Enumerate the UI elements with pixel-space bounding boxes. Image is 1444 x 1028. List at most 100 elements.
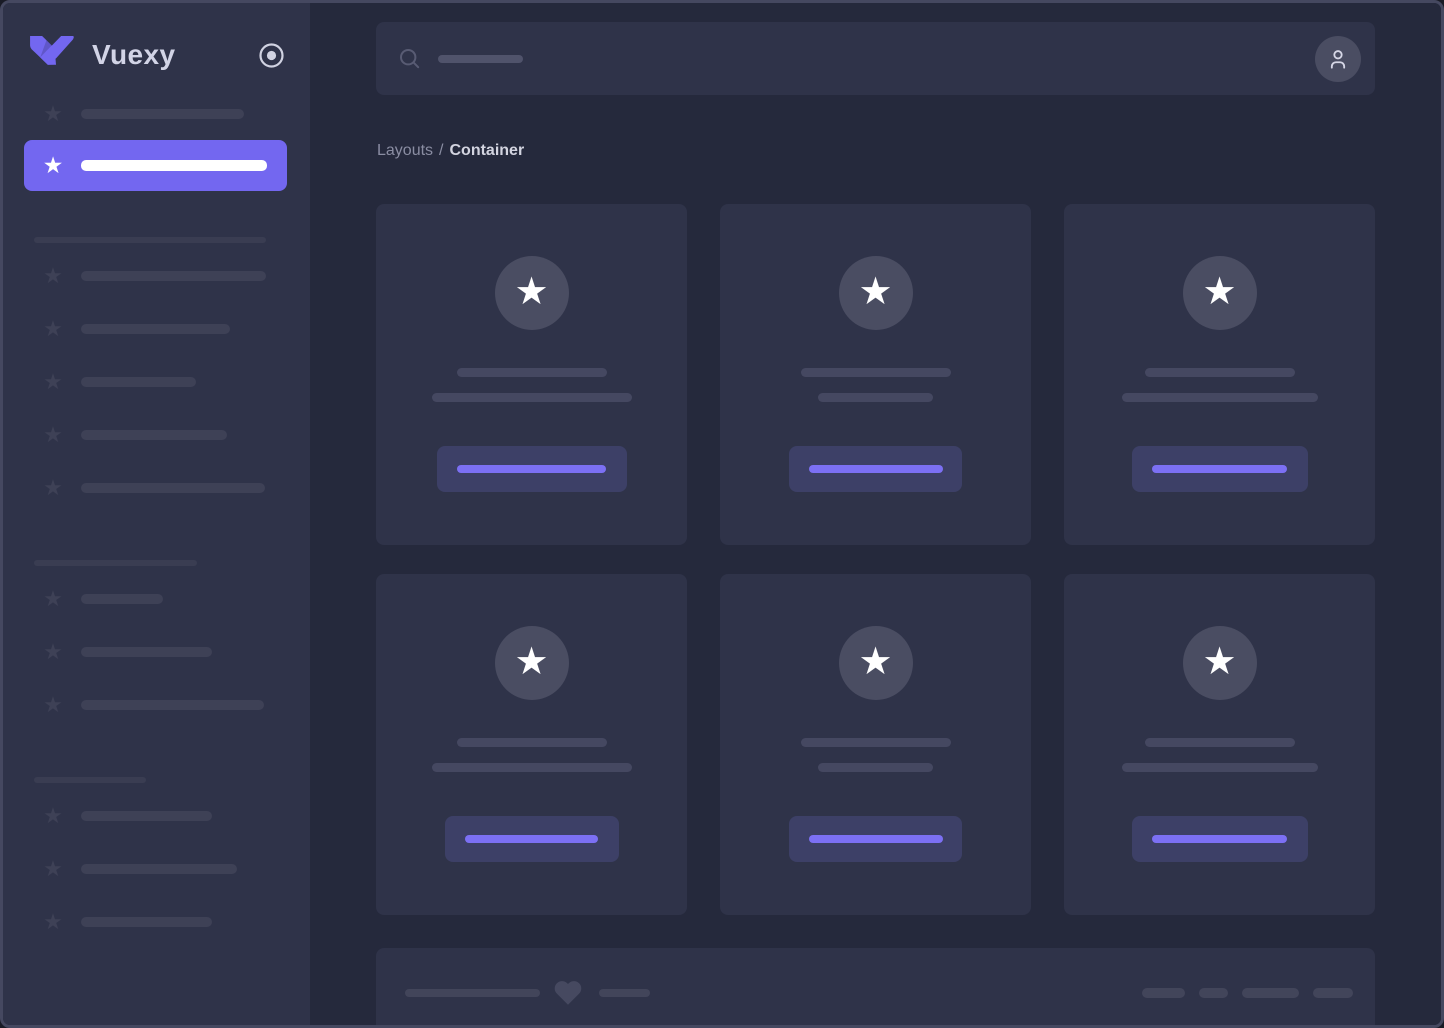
content-card: ★ — [720, 204, 1031, 545]
heart-icon — [553, 979, 583, 1006]
skeleton-line — [800, 738, 951, 747]
skeleton-bar — [405, 988, 540, 997]
card-grid: ★ ★ ★ ★ ★ ★ — [376, 204, 1375, 915]
skeleton-line — [431, 393, 632, 402]
button-placeholder[interactable] — [1131, 816, 1308, 862]
sidebar-item[interactable]: ★ — [24, 625, 287, 678]
vuexy-logo-icon — [30, 36, 74, 65]
star-icon: ★ — [43, 638, 63, 664]
star-icon: ★ — [43, 855, 63, 881]
skeleton-line — [1144, 738, 1295, 747]
user-avatar[interactable] — [1315, 35, 1361, 82]
skeleton-line — [456, 368, 607, 377]
skeleton-line — [431, 763, 632, 772]
skeleton-line — [800, 368, 951, 377]
skeleton-bar — [81, 482, 265, 493]
star-avatar: ★ — [494, 626, 569, 700]
star-icon: ★ — [43, 474, 63, 500]
breadcrumb-parent[interactable]: Layouts — [377, 141, 433, 160]
sidebar-item[interactable]: ★ — [24, 842, 287, 895]
sidebar-item[interactable]: ★ — [24, 895, 287, 948]
star-avatar: ★ — [1182, 626, 1257, 700]
skeleton-bar — [81, 109, 244, 119]
skeleton-bar — [81, 593, 163, 604]
nav-section-header — [34, 560, 197, 566]
app-window: Vuexy ★ ★ ★ ★ ★ ★ ★ ★ ★ ★ ★ ★ ★ Layouts … — [0, 0, 1444, 1028]
button-placeholder[interactable] — [436, 446, 627, 492]
content-card: ★ — [1064, 574, 1375, 915]
skeleton-bar — [81, 810, 212, 821]
button-label-bar — [465, 835, 598, 843]
star-avatar: ★ — [838, 626, 913, 700]
footer-right-bars — [1142, 987, 1353, 998]
star-icon: ★ — [1202, 270, 1237, 313]
star-icon: ★ — [514, 640, 549, 683]
sidebar-item[interactable]: ★ — [24, 408, 287, 461]
breadcrumb-current: Container — [449, 142, 525, 159]
sidebar-item[interactable]: ★ — [24, 461, 287, 514]
button-label-bar — [1152, 835, 1287, 843]
star-icon: ★ — [43, 101, 63, 126]
button-label-bar — [808, 465, 943, 473]
star-icon: ★ — [43, 368, 63, 394]
button-placeholder[interactable] — [444, 816, 619, 862]
search-placeholder-bar — [438, 54, 523, 63]
sidebar-nav: ★ ★ ★ ★ ★ ★ ★ ★ ★ ★ ★ ★ ★ — [3, 88, 310, 948]
skeleton-bar — [81, 646, 212, 657]
skeleton-bar — [81, 160, 267, 171]
breadcrumb-separator: / — [439, 142, 444, 159]
star-icon: ★ — [43, 691, 63, 717]
skeleton-bar — [81, 270, 266, 281]
skeleton-bar — [81, 376, 196, 387]
skeleton-line — [456, 738, 607, 747]
star-icon: ★ — [43, 421, 63, 447]
skeleton-line — [818, 763, 933, 772]
main-content: Layouts / Container ★ ★ ★ ★ ★ ★ — [310, 3, 1441, 1025]
star-icon: ★ — [858, 270, 893, 313]
star-avatar: ★ — [1182, 256, 1257, 330]
sidebar-item[interactable]: ★ — [24, 678, 287, 731]
sidebar: Vuexy ★ ★ ★ ★ ★ ★ ★ ★ ★ ★ ★ ★ ★ — [3, 3, 310, 1025]
skeleton-bar — [81, 699, 264, 710]
logo-row: Vuexy — [3, 3, 310, 74]
skeleton-bar — [1242, 987, 1299, 998]
app-title: Vuexy — [92, 39, 176, 70]
star-icon: ★ — [514, 270, 549, 313]
sidebar-item[interactable]: ★ — [24, 789, 287, 842]
skeleton-line — [818, 393, 933, 402]
button-placeholder[interactable] — [789, 446, 962, 492]
sidebar-item[interactable]: ★ — [24, 572, 287, 625]
content-card: ★ — [720, 574, 1031, 915]
button-placeholder[interactable] — [1131, 446, 1308, 492]
sidebar-item[interactable]: ★ — [24, 302, 287, 355]
sidebar-item[interactable]: ★ — [24, 355, 287, 408]
skeleton-bar — [1199, 987, 1228, 998]
search-bar[interactable] — [376, 22, 1375, 95]
star-icon: ★ — [1202, 640, 1237, 683]
menu-pin-toggle-icon[interactable] — [258, 42, 285, 69]
content-card: ★ — [376, 204, 687, 545]
skeleton-bar — [81, 323, 230, 334]
button-placeholder[interactable] — [789, 816, 962, 862]
nav-section: ★ ★ ★ — [24, 777, 287, 948]
button-label-bar — [808, 835, 943, 843]
breadcrumb: Layouts / Container — [377, 141, 1375, 160]
button-label-bar — [1152, 465, 1287, 473]
sidebar-item-active[interactable]: ★ — [24, 140, 287, 191]
skeleton-bar — [81, 863, 237, 874]
skeleton-bar — [599, 988, 650, 997]
star-icon: ★ — [43, 585, 63, 611]
skeleton-bar — [1142, 987, 1185, 998]
sidebar-item[interactable]: ★ — [24, 88, 287, 140]
nav-section: ★ ★ ★ ★ ★ — [24, 237, 287, 514]
button-label-bar — [457, 465, 606, 473]
person-icon — [1330, 49, 1346, 69]
star-icon: ★ — [43, 908, 63, 934]
nav-section-header — [34, 777, 146, 783]
star-icon: ★ — [43, 315, 63, 341]
sidebar-item[interactable]: ★ — [24, 249, 287, 302]
skeleton-line — [1121, 763, 1318, 772]
footer-row — [405, 979, 1353, 1006]
star-icon: ★ — [858, 640, 893, 683]
footer-card — [376, 948, 1375, 1025]
